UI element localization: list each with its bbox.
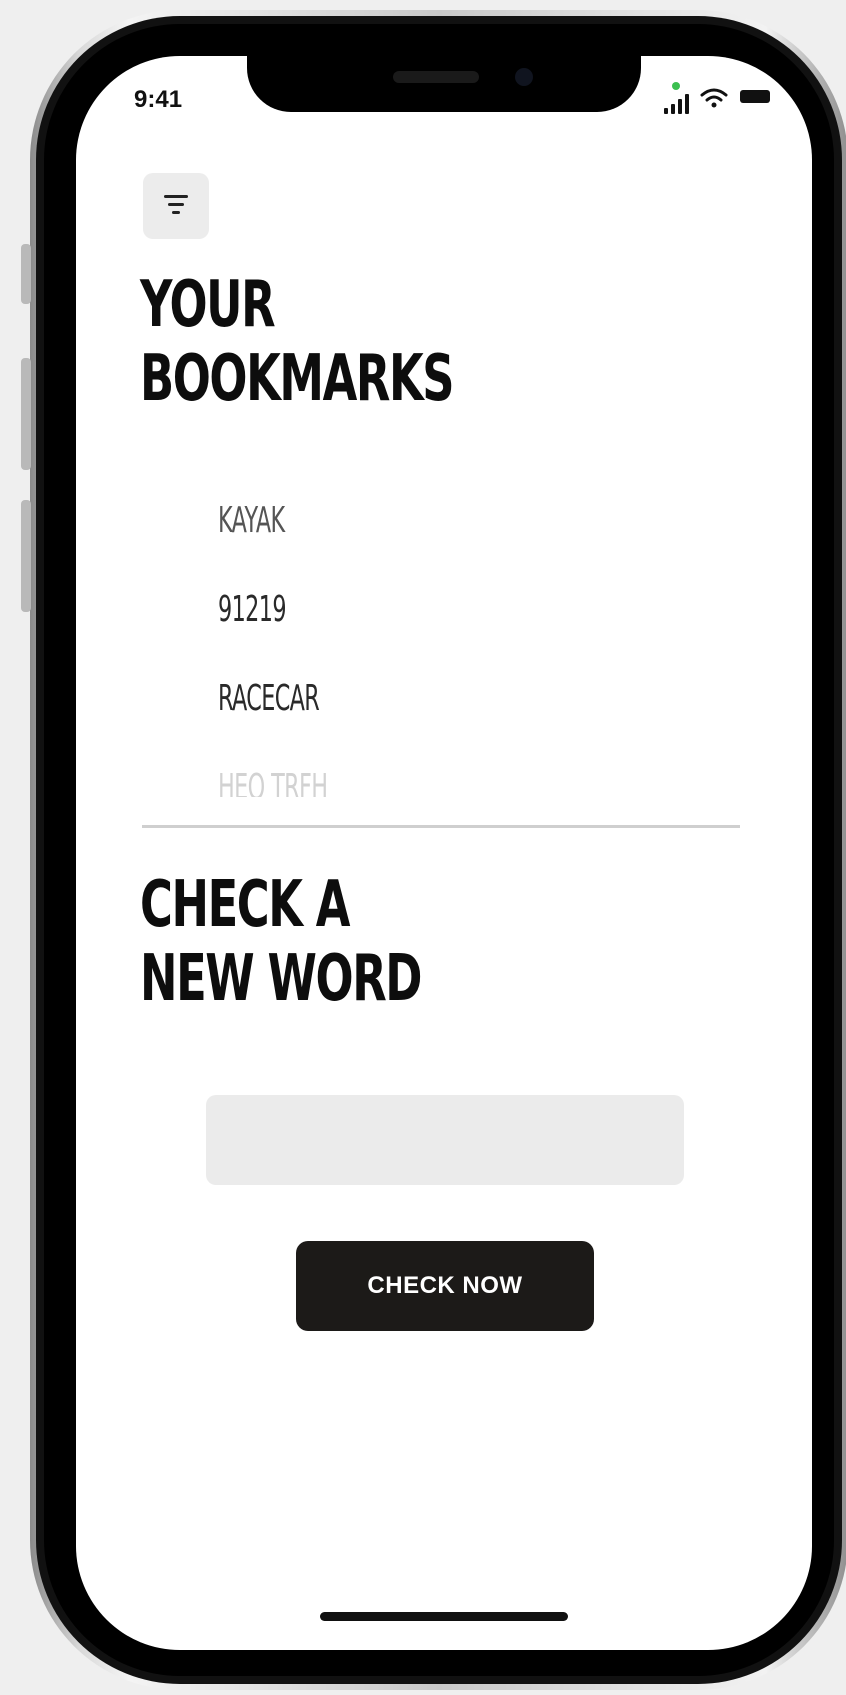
privacy-indicator-dot: [672, 82, 680, 90]
cellular-signal-icon: [664, 82, 692, 114]
status-time: 9:41: [134, 86, 183, 113]
notch: [247, 56, 641, 112]
word-input[interactable]: [206, 1095, 684, 1185]
section-divider: [142, 825, 740, 828]
volume-up-button: [21, 358, 31, 470]
bookmark-item[interactable]: RACECAR: [218, 678, 320, 719]
wifi-icon: [700, 88, 728, 108]
check-now-button[interactable]: CHECK NOW: [296, 1241, 594, 1331]
bookmarks-title-line-2: BOOKMARKS: [140, 342, 455, 416]
battery-icon: [740, 90, 770, 103]
status-icons: [664, 82, 784, 114]
bookmark-item[interactable]: KAYAK: [218, 500, 285, 541]
volume-down-button: [21, 500, 31, 612]
bookmarks-title-line-1: YOUR: [140, 268, 276, 342]
check-word-title: CHECK A NEW WORD: [140, 868, 422, 1016]
filter-button[interactable]: [143, 173, 209, 239]
front-camera: [515, 68, 533, 86]
bookmark-item[interactable]: HEQ TRFH: [218, 767, 327, 797]
bookmarks-title: YOUR BOOKMARKS: [140, 268, 455, 416]
bookmark-item[interactable]: 91219: [218, 589, 287, 630]
speaker-grille: [393, 71, 479, 83]
home-indicator[interactable]: [320, 1612, 568, 1621]
check-word-title-line-1: CHECK A: [140, 868, 350, 942]
mute-switch: [21, 244, 31, 304]
app-screen: 9:41 YOUR BOOKMARKS KAYAK 91219 RACECAR …: [76, 56, 812, 1650]
check-word-title-line-2: NEW WORD: [140, 942, 422, 1016]
